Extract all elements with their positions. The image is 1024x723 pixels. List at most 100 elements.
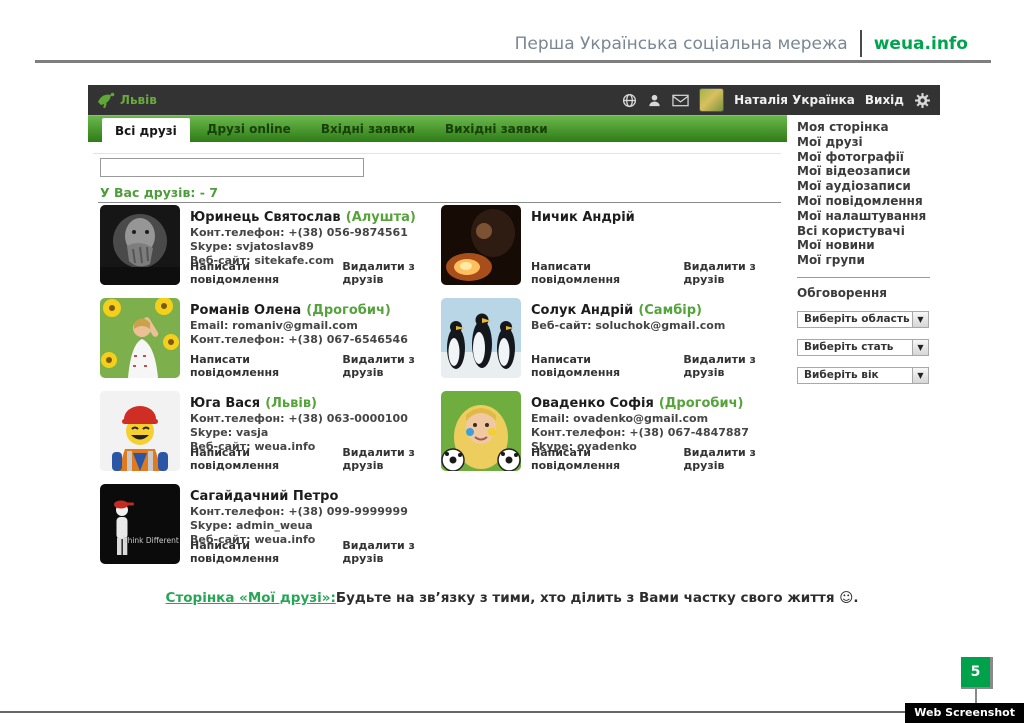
content-divider [93,153,781,154]
app-logo[interactable]: Львів [97,92,157,108]
friends-count-label: У Вас друзів: - 7 [100,185,218,200]
friends-list: Юринець Святослав (Алушта) Конт.телефон:… [100,205,782,568]
friend-photo[interactable] [100,205,180,285]
friend-photo[interactable] [100,298,180,378]
chevron-down-icon[interactable]: ▼ [912,312,928,327]
friend-card: Солук Андрій (Самбір) Веб-сайт: soluchok… [441,298,782,382]
sidebar-item-my-friends[interactable]: Мої друзі [797,135,940,150]
app-topbar: Львів Наталія Українка [88,85,940,115]
title-divider [860,30,862,57]
presentation-slide: Перша Українська соціальна мережа weua.i… [0,0,1024,723]
friend-name[interactable]: Сагайдачний Петро [190,489,338,504]
header-rule [35,60,991,63]
chevron-down-icon[interactable]: ▼ [912,340,928,355]
send-message-link[interactable]: Написати повідомлення [531,353,659,379]
sidebar-item-my-settings[interactable]: Мої налаштування [797,209,940,224]
tab-incoming-requests[interactable]: Вхідні заявки [308,117,428,141]
gear-icon[interactable] [914,92,931,109]
friend-city: (Дрогобич) [306,303,391,318]
photo-caption: Think Different [123,536,179,545]
friend-info: Солук Андрій (Самбір) Веб-сайт: soluchok… [531,298,782,382]
city-label: Львів [120,93,157,107]
sidebar-item-all-users[interactable]: Всі користувачі [797,224,940,239]
page-number-badge: 5 [961,657,993,689]
weua-app-window: Львів Наталія Українка [88,85,940,572]
sidebar-item-discussions[interactable]: Обговорення [797,286,940,300]
remove-friend-link[interactable]: Видалити з друзів [683,353,782,379]
globe-icon[interactable] [622,93,637,108]
friend-name[interactable]: Юринець Святослав [190,210,341,225]
sidebar-item-my-videos[interactable]: Мої відеозаписи [797,164,940,179]
caption-text: Будьте на зв’язку з тими, хто ділить з В… [336,590,859,606]
friend-card: Оваденко Софія (Дрогобич) Email: ovadenk… [441,391,782,475]
friend-info: Романів Олена (Дрогобич) Email: romaniv@… [190,298,441,382]
friend-photo[interactable] [441,298,521,378]
friend-detail: Конт.телефон: +(38) 099-9999999 [190,505,441,519]
send-message-link[interactable]: Написати повідомлення [531,446,659,472]
age-select[interactable]: Виберіть вік ▼ [797,367,929,384]
remove-friend-link[interactable]: Видалити з друзів [342,260,441,286]
slide-header: Перша Українська соціальна мережа weua.i… [515,30,968,57]
tab-outgoing-requests[interactable]: Вихідні заявки [432,117,561,141]
tab-friends-online[interactable]: Друзі online [194,117,304,141]
send-message-link[interactable]: Написати повідомлення [190,446,318,472]
user-avatar[interactable] [699,88,724,112]
friend-card: Think Different Сагайдачний Петро Конт.т… [100,484,441,568]
friend-city: (Львів) [265,396,317,411]
friend-photo[interactable] [441,205,521,285]
remove-friend-link[interactable]: Видалити з друзів [683,260,782,286]
sidebar-item-my-groups[interactable]: Мої групи [797,253,940,268]
search-input[interactable] [100,158,364,177]
region-select[interactable]: Виберіть область ▼ [797,311,929,328]
friend-photo[interactable]: Think Different [100,484,180,564]
send-message-link[interactable]: Написати повідомлення [190,260,318,286]
friend-info: Сагайдачний Петро Конт.телефон: +(38) 09… [190,484,441,568]
friend-info: Юринець Святослав (Алушта) Конт.телефон:… [190,205,441,289]
friends-tabbar: Всі друзі Друзі online Вхідні заявки Вих… [88,115,787,142]
friends-count-rule [98,202,781,203]
sidebar-item-my-photos[interactable]: Мої фотографії [797,150,940,165]
friend-detail: Email: ovadenko@gmail.com [531,412,782,426]
friend-photo[interactable] [100,391,180,471]
age-select-label: Виберіть вік [804,369,879,381]
friend-name[interactable]: Юга Вася [190,396,260,411]
friend-name[interactable]: Оваденко Софія [531,396,654,411]
current-user-name[interactable]: Наталія Українка [734,93,855,107]
friend-detail: Конт.телефон: +(38) 063-0000100 [190,412,441,426]
caption-link: Сторінка «Мої друзі»: [166,590,336,606]
send-message-link[interactable]: Написати повідомлення [190,539,318,565]
friend-detail: Конт.телефон: +(38) 056-9874561 [190,226,441,240]
send-message-link[interactable]: Написати повідомлення [531,260,659,286]
gender-select-label: Виберіть стать [804,341,893,353]
topbar-actions: Наталія Українка Вихід [622,88,931,112]
user-icon[interactable] [647,93,662,108]
tab-all-friends[interactable]: Всі друзі [102,118,190,145]
friend-card: Юга Вася (Львів) Конт.телефон: +(38) 063… [100,391,441,475]
app-sidebar: Моя сторінка Мої друзі Мої фотографії Мо… [787,115,940,572]
remove-friend-link[interactable]: Видалити з друзів [342,446,441,472]
friend-info: Юга Вася (Львів) Конт.телефон: +(38) 063… [190,391,441,475]
friend-card: Романів Олена (Дрогобич) Email: romaniv@… [100,298,441,382]
gender-select[interactable]: Виберіть стать ▼ [797,339,929,356]
send-message-link[interactable]: Написати повідомлення [190,353,318,379]
remove-friend-link[interactable]: Видалити з друзів [342,353,441,379]
friend-detail: Веб-сайт: soluchok@gmail.com [531,319,782,333]
friend-name[interactable]: Ничик Андрій [531,210,635,225]
logout-link[interactable]: Вихід [865,93,904,107]
friend-detail: Skype: admin_weua [190,519,441,533]
remove-friend-link[interactable]: Видалити з друзів [683,446,782,472]
sidebar-item-my-messages[interactable]: Мої повідомлення [797,194,940,209]
friend-detail: Конт.телефон: +(38) 067-6546546 [190,333,441,347]
friend-detail: Skype: vasja [190,426,441,440]
friend-photo[interactable] [441,391,521,471]
mail-icon[interactable] [672,94,689,107]
friend-name[interactable]: Романів Олена [190,303,301,318]
sidebar-item-my-news[interactable]: Мої новини [797,238,940,253]
friend-name[interactable]: Солук Андрій [531,303,633,318]
sidebar-item-my-page[interactable]: Моя сторінка [797,120,940,135]
sidebar-item-my-audio[interactable]: Мої аудіозаписи [797,179,940,194]
chevron-down-icon[interactable]: ▼ [912,368,928,383]
remove-friend-link[interactable]: Видалити з друзів [342,539,441,565]
friend-info: Ничик Андрій Написати повідомлення Видал… [531,205,782,289]
satellite-icon [97,92,115,108]
